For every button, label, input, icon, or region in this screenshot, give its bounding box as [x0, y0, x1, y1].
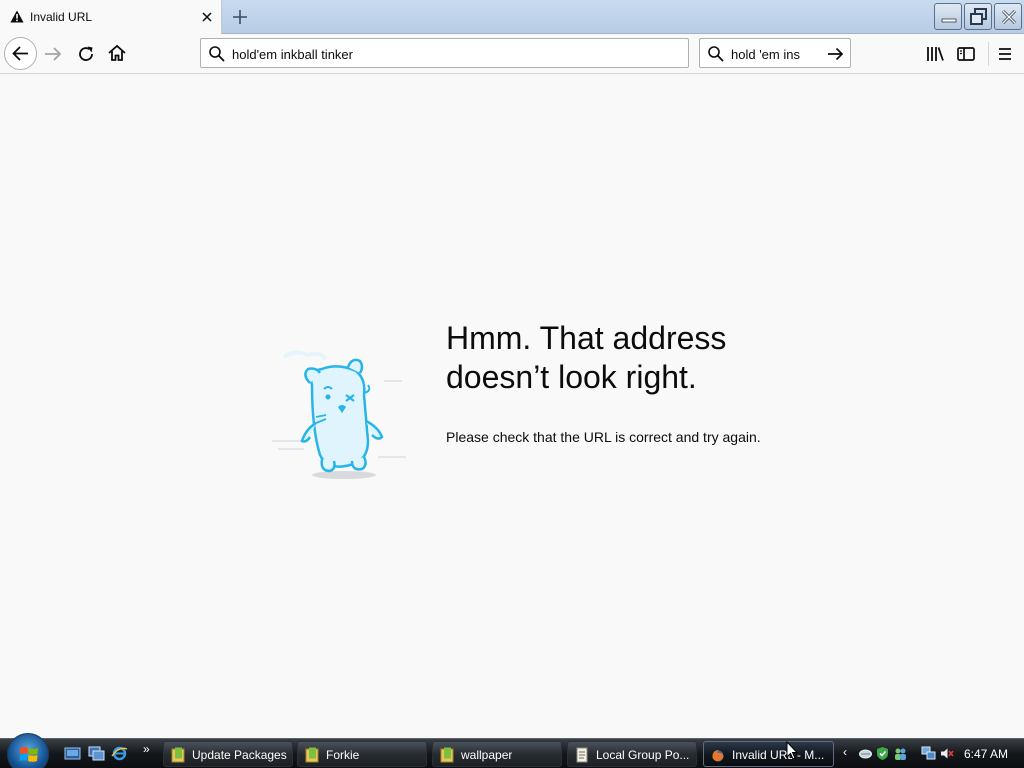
back-arrow-icon: [12, 46, 28, 61]
show-desktop-icon[interactable]: [64, 746, 81, 761]
minimize-icon: [941, 18, 957, 23]
error-page: Hmm. That address doesn’t look right. Pl…: [0, 75, 1024, 738]
mouse-pointer-icon: [786, 741, 798, 760]
taskbar-button-forkie[interactable]: Forkie: [297, 741, 427, 767]
tab-invalid-url[interactable]: Invalid URL: [0, 0, 222, 34]
sidebar-icon[interactable]: [954, 42, 978, 66]
close-window-button[interactable]: [994, 3, 1022, 30]
tab-title: Invalid URL: [30, 10, 93, 24]
new-tab-plus-icon[interactable]: [229, 6, 251, 28]
taskbar-button-local-group-policy[interactable]: Local Group Po...: [567, 741, 697, 767]
internet-explorer-icon[interactable]: [111, 746, 128, 761]
error-title: Hmm. That address doesn’t look right.: [446, 320, 727, 395]
menu-hamburger-icon[interactable]: [993, 42, 1017, 66]
volume-muted-icon[interactable]: [939, 746, 954, 761]
folder-icon: [171, 747, 185, 763]
navigation-toolbar: hold'em inkball tinker hold 'em ins: [0, 34, 1024, 74]
taskbar-button-invalid-url[interactable]: Invalid URL - M...: [703, 741, 834, 767]
minimize-button[interactable]: [934, 3, 962, 30]
search-icon: [708, 46, 724, 62]
system-clock[interactable]: 6:47 AM: [964, 747, 1008, 761]
close-icon: [1001, 9, 1017, 25]
users-icon[interactable]: [893, 746, 908, 761]
folder-icon: [440, 747, 454, 763]
taskbar-button-label: Local Group Po...: [596, 748, 690, 762]
url-bar[interactable]: hold'em inkball tinker: [200, 38, 689, 68]
restore-button[interactable]: [964, 3, 992, 30]
close-tab-icon[interactable]: [198, 8, 216, 26]
search-go-arrow-icon[interactable]: [825, 44, 845, 64]
toolbar-separator: [988, 42, 989, 66]
search-input[interactable]: hold 'em ins: [731, 47, 800, 62]
home-icon[interactable]: [105, 41, 129, 65]
taskbar-button-label: Invalid URL - M...: [732, 748, 825, 762]
reload-icon[interactable]: [74, 42, 98, 66]
restore-icon: [970, 8, 987, 25]
url-input[interactable]: hold'em inkball tinker: [232, 47, 353, 62]
switch-windows-icon[interactable]: [88, 746, 105, 761]
taskbar-button-label: wallpaper: [461, 748, 513, 762]
taskbar-button-label: Update Packages: [192, 748, 287, 762]
windows-logo-icon: [19, 747, 38, 762]
tray-expand-icon[interactable]: ‹: [843, 745, 847, 759]
security-shield-icon[interactable]: [875, 746, 890, 761]
search-bar[interactable]: hold 'em ins: [699, 38, 851, 68]
tab-strip: Invalid URL: [0, 0, 1024, 34]
taskbar-button-label: Forkie: [326, 748, 360, 762]
folder-icon: [305, 747, 319, 763]
search-icon: [209, 46, 225, 62]
network-globe-icon[interactable]: [858, 746, 873, 761]
warning-icon: [10, 10, 24, 23]
start-button[interactable]: [7, 733, 49, 768]
taskbar-button-update-packages[interactable]: Update Packages: [163, 741, 293, 767]
taskbar-button-wallpaper[interactable]: wallpaper: [432, 741, 562, 767]
library-icon[interactable]: [923, 42, 947, 66]
network-connection-icon[interactable]: [921, 746, 936, 761]
forward-arrow-icon[interactable]: [41, 42, 65, 66]
policy-icon: [576, 747, 588, 763]
firefox-icon: [712, 750, 724, 762]
taskbar: » Update Packages Forkie wallpaper Local…: [0, 733, 1024, 768]
error-description: Please check that the URL is correct and…: [446, 429, 761, 445]
dinosaur-mascot-illustration: [272, 350, 406, 479]
quick-launch-overflow-icon[interactable]: »: [143, 742, 150, 756]
back-button[interactable]: [4, 37, 37, 70]
